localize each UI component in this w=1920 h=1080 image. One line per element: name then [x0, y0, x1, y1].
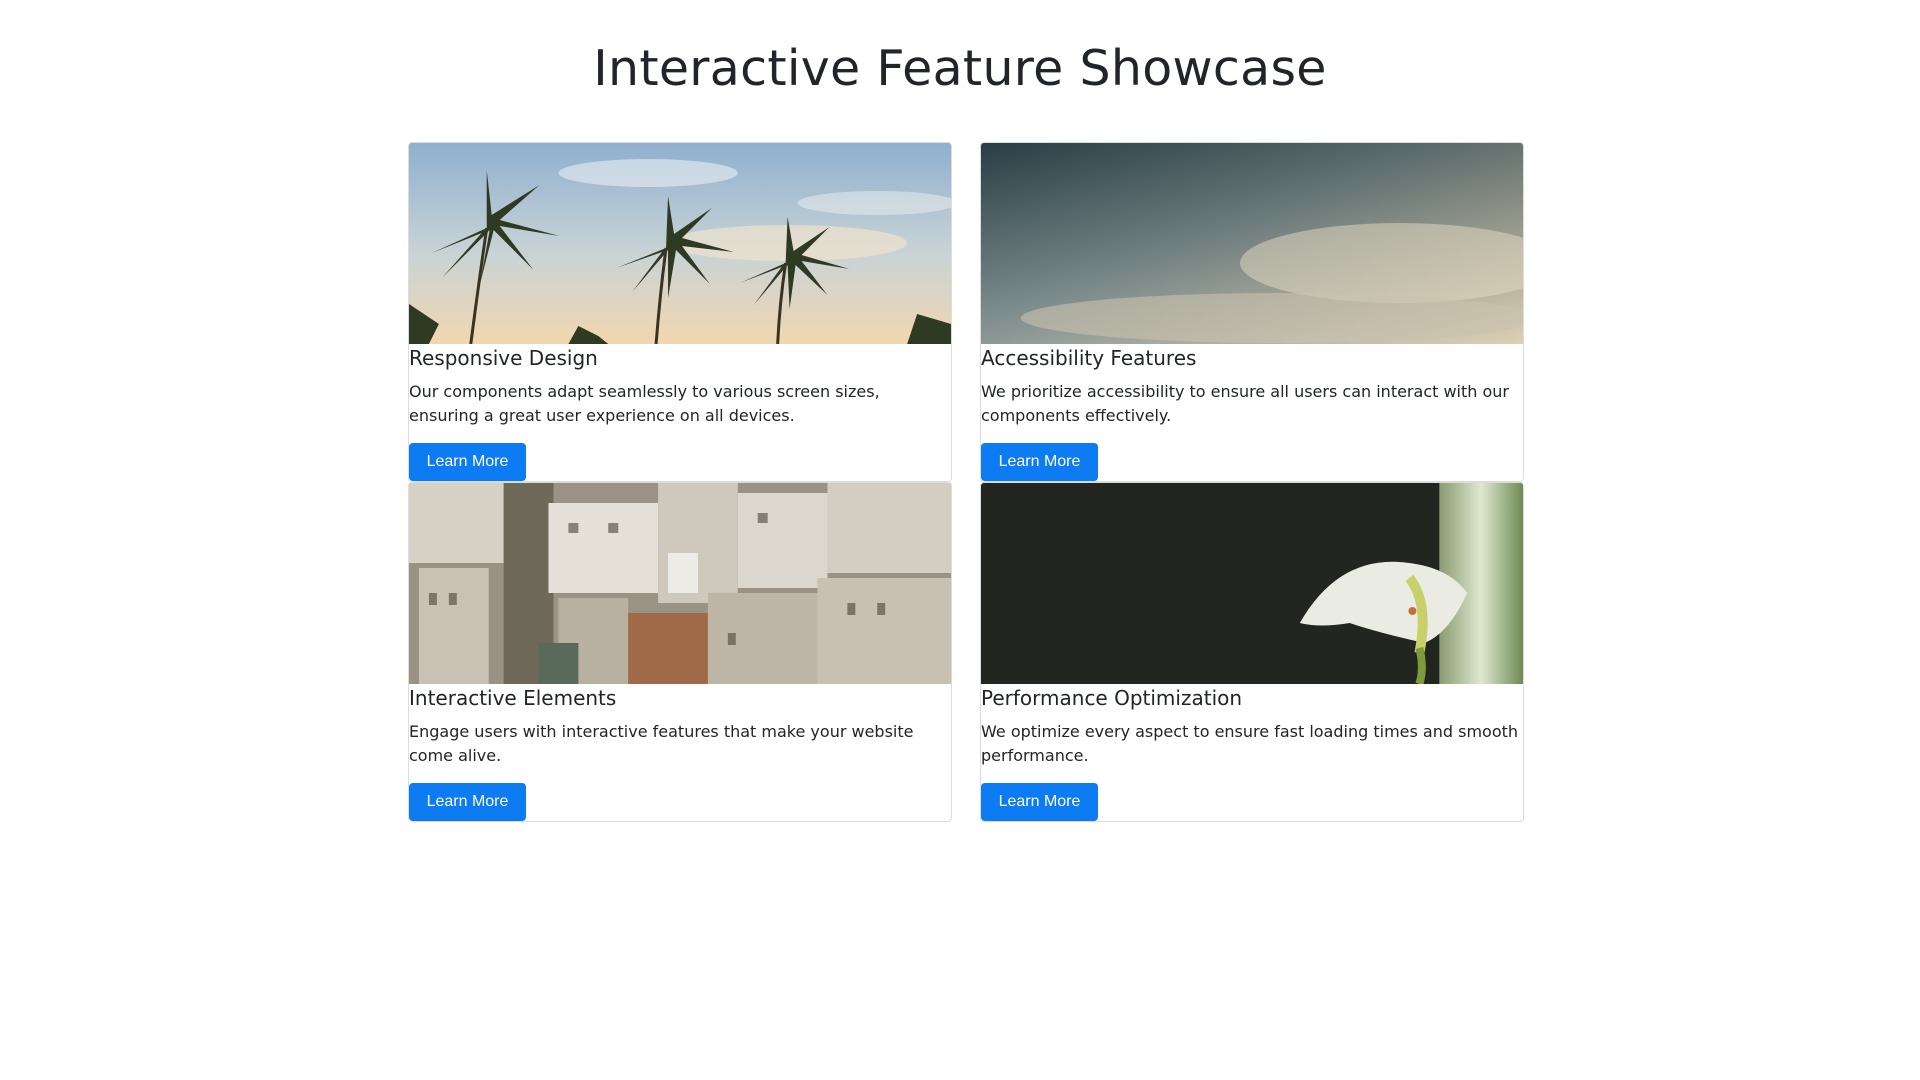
- card-text: We prioritize accessibility to ensure al…: [981, 382, 1510, 425]
- palm-trees-sky-photo: [409, 143, 951, 344]
- learn-more-button[interactable]: Learn More: [409, 783, 526, 821]
- learn-more-button[interactable]: Learn More: [409, 443, 526, 481]
- card-text: Our components adapt seamlessly to vario…: [409, 382, 880, 425]
- calla-lily-photo: [981, 483, 1523, 684]
- city-rooftops-photo: [409, 483, 951, 684]
- card-body: Responsive Design Our components adapt s…: [409, 346, 951, 428]
- page-title: Interactive Feature Showcase: [593, 40, 1327, 97]
- feature-card-performance-optimization: Performance Optimization We optimize eve…: [980, 482, 1524, 822]
- card-title: Accessibility Features: [981, 346, 1197, 370]
- feature-card-interactive-elements: Interactive Elements Engage users with i…: [408, 482, 952, 822]
- card-title: Performance Optimization: [981, 686, 1243, 710]
- card-body: Accessibility Features We prioritize acc…: [981, 346, 1523, 428]
- card-text: Engage users with interactive features t…: [409, 722, 914, 765]
- card-title: Interactive Elements: [409, 686, 617, 710]
- learn-more-button[interactable]: Learn More: [981, 443, 1098, 481]
- learn-more-button[interactable]: Learn More: [981, 783, 1098, 821]
- card-body: Interactive Elements Engage users with i…: [409, 686, 951, 768]
- card-title: Responsive Design: [409, 346, 598, 370]
- feature-card-accessibility-features: Accessibility Features We prioritize acc…: [980, 142, 1524, 482]
- cloudy-sky-photo: [981, 143, 1523, 344]
- feature-card-responsive-design: Responsive Design Our components adapt s…: [408, 142, 952, 482]
- feature-grid: Responsive Design Our components adapt s…: [408, 142, 1524, 822]
- card-text: We optimize every aspect to ensure fast …: [981, 722, 1519, 765]
- card-body: Performance Optimization We optimize eve…: [981, 686, 1523, 768]
